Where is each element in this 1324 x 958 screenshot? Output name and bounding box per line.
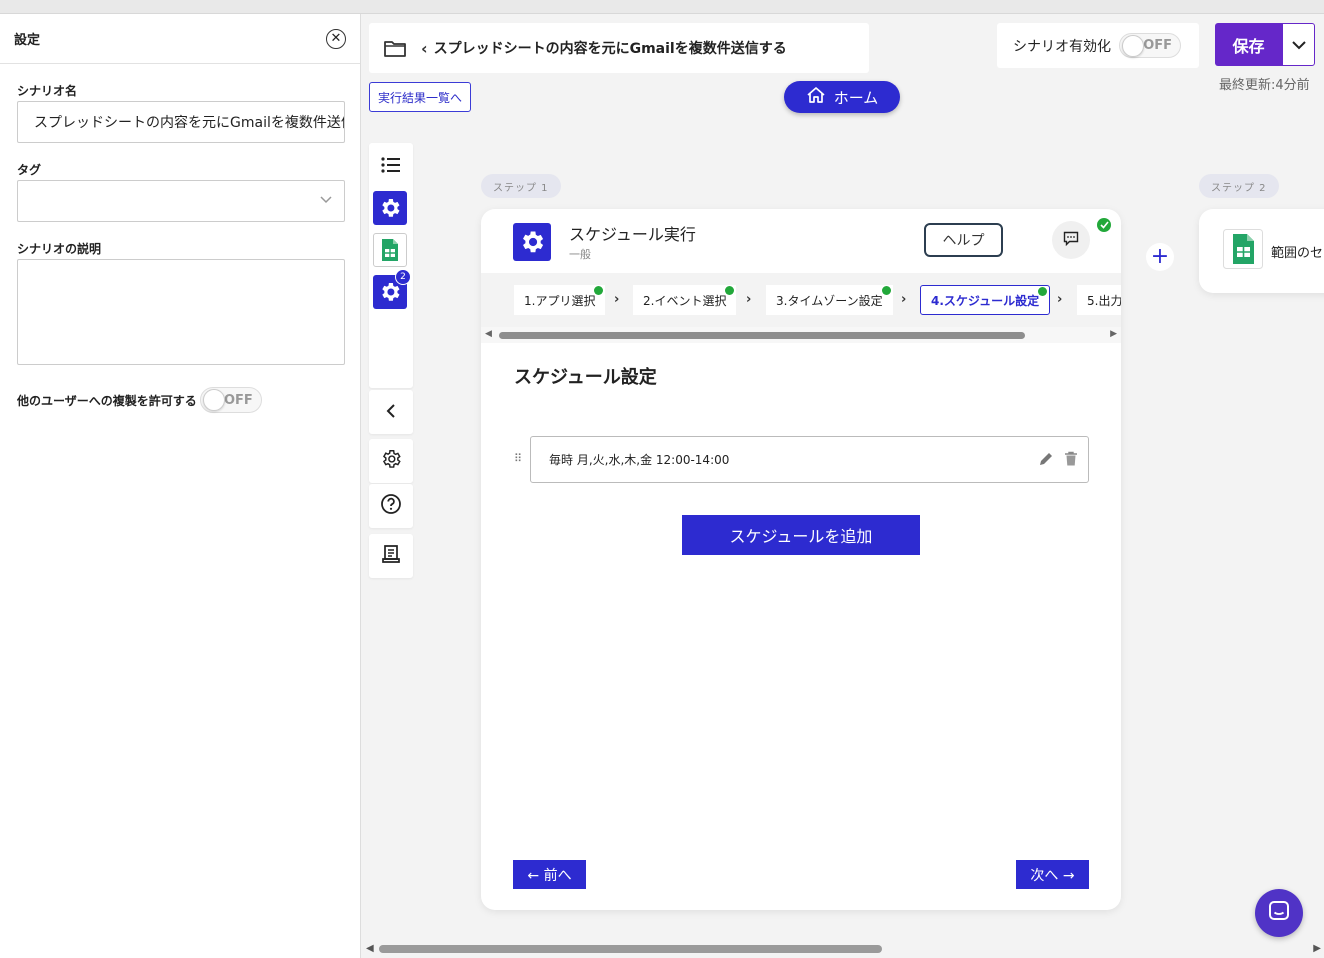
tab-event-select[interactable]: 2.イベント選択 [633, 285, 737, 315]
copy-permission-toggle[interactable]: OFF [199, 387, 262, 413]
toggle-state-text: OFF [1143, 38, 1172, 53]
scenario-title: スプレッドシートの内容を元にGmailを複数件送信する [433, 41, 787, 57]
step-count-badge: 2 [395, 269, 411, 285]
toggle-knob [1122, 35, 1144, 57]
comment-button[interactable] [1052, 221, 1090, 259]
support-chat-button[interactable] [1255, 889, 1303, 937]
card-header: スケジュール実行 一般 [513, 221, 696, 262]
step-card: スケジュール実行 一般 ヘルプ 1.アプリ選択 › 2.イベント選択 › 3.タ… [481, 209, 1121, 910]
description-textarea[interactable] [17, 259, 345, 365]
chevron-down-icon [1291, 35, 1306, 54]
step2-card-title: 範囲のセ [1271, 245, 1324, 261]
edit-pencil-icon[interactable] [1038, 451, 1054, 470]
toggle-state-text: OFF [223, 392, 253, 408]
home-button[interactable]: ホーム [784, 81, 900, 113]
add-step-plus-icon[interactable]: + [1146, 243, 1174, 271]
copy-permission-row: 他のユーザーへの複製を許可する OFF [17, 387, 262, 413]
log-button[interactable] [369, 534, 413, 578]
question-icon [380, 493, 402, 519]
comment-icon [1063, 231, 1079, 250]
settings-title: 設定 [14, 33, 41, 48]
save-dropdown-button[interactable] [1282, 23, 1315, 66]
scrollbar-thumb[interactable] [379, 945, 882, 953]
tab-output[interactable]: 5.出力 [1077, 285, 1121, 315]
tab-done-check-icon [881, 286, 891, 295]
step2-pill: ステップ 2 [1199, 174, 1279, 198]
canvas-horizontal-scrollbar[interactable]: ◀ ▶ [363, 942, 1324, 958]
schedule-entry-text: 毎時 月,火,水,木,金 12:00-14:00 [549, 453, 730, 467]
sheets-icon [1223, 229, 1263, 273]
collapse-button[interactable] [369, 390, 413, 434]
home-icon [806, 86, 826, 108]
schedule-row-actions [1038, 451, 1078, 470]
scenario-name-label: シナリオ名 [17, 84, 78, 98]
settings-button[interactable] [369, 439, 413, 483]
step2-card[interactable]: 範囲のセ [1199, 209, 1324, 293]
activate-label: シナリオ有効化 [1013, 38, 1111, 55]
document-icon [380, 543, 402, 569]
chevron-right-icon: › [746, 292, 752, 307]
help-button[interactable] [369, 484, 413, 528]
help-link-button[interactable]: ヘルプ [924, 223, 1003, 257]
previous-button[interactable]: ← 前へ [513, 860, 586, 889]
scenario-title-bar: ‹ スプレッドシートの内容を元にGmailを複数件送信する [369, 23, 869, 73]
tabs-scrollbar[interactable]: ◀ ▶ [481, 327, 1121, 343]
scroll-left-arrow-icon[interactable]: ◀ [485, 329, 492, 339]
tab-done-check-icon [1038, 287, 1048, 296]
tag-label: タグ [17, 163, 42, 177]
description-label: シナリオの説明 [17, 242, 102, 256]
step-complete-check-icon [1097, 218, 1111, 232]
chevron-left-icon [386, 403, 396, 422]
toggle-knob [202, 389, 225, 411]
card-subtitle: 一般 [569, 248, 591, 261]
settings-panel: 設定 ✕ シナリオ名 スプレッドシートの内容を元にGmailを複数件送信する タ… [0, 14, 361, 958]
tag-select[interactable] [17, 180, 345, 222]
chat-icon [1267, 899, 1291, 927]
scroll-left-arrow-icon[interactable]: ◀ [366, 943, 374, 954]
folder-icon[interactable] [383, 38, 407, 58]
list-icon[interactable] [381, 157, 401, 177]
step1-gear-icon[interactable] [373, 191, 407, 225]
next-button[interactable]: 次へ → [1016, 860, 1089, 889]
copy-permission-label: 他のユーザーへの複製を許可する [17, 393, 197, 408]
scenario-name-input[interactable]: スプレッドシートの内容を元にGmailを複数件送信する [17, 101, 345, 143]
last-updated-text: 最終更新:4分前 [1219, 78, 1310, 93]
results-list-link[interactable]: 実行結果一覧へ [369, 82, 472, 112]
home-label: ホーム [833, 88, 879, 107]
chevron-right-icon: › [1057, 292, 1063, 307]
chevron-down-icon [320, 193, 332, 207]
tab-schedule-settings[interactable]: 4.スケジュール設定 [920, 285, 1051, 315]
chevron-right-icon: › [901, 292, 907, 307]
tab-app-select[interactable]: 1.アプリ選択 [514, 285, 606, 315]
tab-done-check-icon [594, 286, 604, 295]
scrollbar-thumb[interactable] [499, 332, 1025, 339]
schedule-gear-icon [513, 222, 551, 261]
back-chevron-icon[interactable]: ‹ [421, 39, 428, 58]
card-title: スケジュール実行 [569, 225, 696, 244]
step-navigator: 2 [369, 143, 413, 388]
substep-tabs: 1.アプリ選択 › 2.イベント選択 › 3.タイムゾーン設定 › 4.スケジュ… [481, 273, 1121, 327]
activate-toggle[interactable]: OFF [1119, 33, 1181, 58]
trash-icon[interactable] [1064, 451, 1078, 470]
add-schedule-button[interactable]: スケジュールを追加 [682, 515, 920, 555]
step1-pill: ステップ 1 [481, 174, 561, 198]
tab-done-check-icon [725, 286, 735, 295]
close-icon[interactable]: ✕ [326, 28, 346, 49]
browser-top-strip [0, 0, 1324, 14]
scroll-right-arrow-icon[interactable]: ▶ [1313, 943, 1321, 954]
chevron-right-icon: › [614, 292, 620, 307]
section-title: スケジュール設定 [514, 367, 657, 388]
step2-sheets-icon[interactable] [373, 233, 407, 267]
save-button[interactable]: 保存 [1215, 23, 1282, 66]
settings-header: 設定 ✕ [0, 14, 360, 64]
drag-handle-icon[interactable]: ⠿ [514, 452, 522, 465]
scroll-right-arrow-icon[interactable]: ▶ [1110, 329, 1117, 339]
schedule-entry[interactable]: 毎時 月,火,水,木,金 12:00-14:00 [530, 436, 1089, 483]
tab-timezone-settings[interactable]: 3.タイムゾーン設定 [766, 285, 893, 315]
scenario-activate-box: シナリオ有効化 OFF [997, 23, 1199, 68]
gear-icon [380, 448, 402, 474]
